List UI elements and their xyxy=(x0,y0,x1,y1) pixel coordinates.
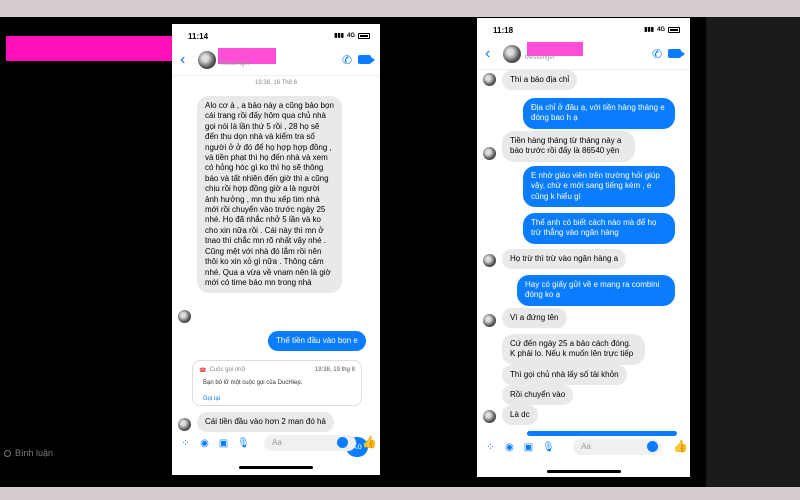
mic-icon[interactable]: 🎙 xyxy=(542,442,555,453)
phone-icon[interactable]: ✆ xyxy=(652,47,662,61)
message-bubble-incoming[interactable]: Rồi chuyển vào xyxy=(502,385,574,406)
timestamp: 19:38, 16 Th8 6 xyxy=(255,80,297,86)
camera-icon[interactable]: ◉ xyxy=(504,442,515,453)
video-call-icon[interactable] xyxy=(668,47,685,61)
emoji-icon[interactable] xyxy=(647,441,658,452)
avatar xyxy=(483,254,496,267)
mic-icon[interactable]: 🎙 xyxy=(237,438,250,449)
emoji-icon[interactable] xyxy=(337,437,348,448)
message-bubble-incoming[interactable]: Thì a bảo địa chỉ xyxy=(502,70,578,91)
status-bar: 11:18 ▮▮▮ 4G xyxy=(477,18,690,40)
phone-screenshot-2: 11:18 ▮▮▮ 4G ‹ Messenger ✆ Thì a bảo địa… xyxy=(477,18,690,477)
avatar[interactable] xyxy=(503,45,521,63)
missed-call-date: 19:38, 19 thg 8 xyxy=(314,367,355,373)
chat-header: ‹ Messenger ✆ xyxy=(172,46,380,76)
message-bubble-incoming[interactable]: Alo cơ à , a bảo này a cũng bảo bọn cái … xyxy=(197,96,342,294)
missed-call-card[interactable]: ☎ Cuộc gọi nhỡ 19:38, 19 thg 8 Bạn bỏ lỡ … xyxy=(192,360,362,406)
redacted-contact-name xyxy=(527,42,583,56)
missed-call-header: ☎ Cuộc gọi nhỡ xyxy=(199,367,245,374)
image-icon[interactable]: ▣ xyxy=(218,438,229,449)
video-call-icon[interactable] xyxy=(358,53,375,67)
avatar xyxy=(483,147,496,160)
chat-header: ‹ Messenger ✆ xyxy=(477,40,690,70)
signal-icon: ▮▮▮ xyxy=(334,33,344,39)
composer: ⁘ ◉ ▣ 🎙 Aa 👍 xyxy=(172,432,380,454)
back-icon[interactable]: ‹ xyxy=(180,52,185,68)
like-icon[interactable]: 👍 xyxy=(673,439,688,453)
missed-call-icon: ☎ xyxy=(199,368,207,374)
image-icon[interactable]: ▣ xyxy=(523,442,534,453)
phone-screenshot-1: 11:14 ▮▮▮ 4G ‹ Messenger ✆ 19:38, 16 Th8… xyxy=(172,24,380,475)
message-bubble-incoming[interactable]: Họ trừ thì trừ vào ngân hàng a xyxy=(502,249,627,270)
message-bubble-outgoing[interactable]: Hay có giấy gửi về e mang ra combini đón… xyxy=(517,275,675,306)
message-bubble-outgoing[interactable]: Thế anh có biết cách nào mà để họ trừ th… xyxy=(523,213,675,244)
signal-icon: ▮▮▮ xyxy=(644,27,654,33)
avatar xyxy=(178,310,191,323)
message-bubble-incoming[interactable]: Thì gọi chủ nhà lấy số tài khỏn xyxy=(502,365,627,386)
battery-icon xyxy=(668,26,680,33)
apps-icon[interactable]: ⁘ xyxy=(485,442,496,453)
message-bubble-incoming[interactable]: Vì a đứng tên xyxy=(502,308,567,329)
missed-call-label: Cuộc gọi nhỡ xyxy=(209,367,246,373)
status-time: 11:18 xyxy=(493,26,514,35)
phone-icon[interactable]: ✆ xyxy=(342,53,352,67)
avatar xyxy=(483,314,496,327)
status-bar: 11:14 ▮▮▮ 4G xyxy=(172,24,380,46)
apps-icon[interactable]: ⁘ xyxy=(180,438,191,449)
comment-icon xyxy=(4,449,11,457)
network-label: 4G xyxy=(346,32,355,39)
header-subtitle: Messenger xyxy=(525,55,555,61)
missed-call-text: Bạn bỏ lỡ một cuộc gọi của DucHiep. xyxy=(203,380,303,386)
call-back-link[interactable]: Gọi lại xyxy=(203,396,220,402)
message-bubble-incoming[interactable]: Là dc xyxy=(502,405,538,426)
redacted-name xyxy=(6,36,172,61)
camera-icon[interactable]: ◉ xyxy=(199,438,210,449)
message-bubble-incoming[interactable]: Tiền hàng tháng từ tháng này a báo trước… xyxy=(502,131,635,162)
message-bubble-outgoing[interactable]: Thế tiền đầu vào bọn e xyxy=(268,331,366,352)
avatar xyxy=(483,410,496,423)
avatar xyxy=(178,418,191,431)
avatar xyxy=(483,73,496,86)
comment-label: Bình luận xyxy=(15,448,54,458)
status-icons: ▮▮▮ 4G xyxy=(334,32,370,39)
home-indicator xyxy=(239,466,313,469)
header-subtitle: Messenger xyxy=(220,61,250,67)
frame-bottom xyxy=(0,487,800,500)
back-icon[interactable]: ‹ xyxy=(485,46,490,62)
home-indicator xyxy=(547,470,621,473)
composer: ⁘ ◉ ▣ 🎙 Aa 👍 xyxy=(477,436,690,458)
message-bubble-outgoing[interactable]: Địa chỉ ở đâu ạ, với tiền hàng tháng e đ… xyxy=(523,98,675,129)
network-label: 4G xyxy=(656,26,665,33)
frame-top xyxy=(0,0,800,17)
side-bar xyxy=(706,17,800,487)
status-time: 11:14 xyxy=(188,32,209,41)
avatar[interactable] xyxy=(198,51,216,69)
message-bubble-outgoing[interactable]: E nhờ giáo viên trên trường hỏi giúp vậy… xyxy=(523,166,675,208)
message-bubble-incoming[interactable]: Cứ đến ngày 25 a bảo cách đóng. K phải l… xyxy=(502,334,645,365)
status-icons: ▮▮▮ 4G xyxy=(644,26,680,33)
message-bubble-incoming[interactable]: Cái tiền đầu vào hơn 2 man đó hả xyxy=(197,412,334,433)
battery-icon xyxy=(358,32,370,39)
comment-area[interactable]: Bình luận xyxy=(4,448,53,458)
like-icon[interactable]: 👍 xyxy=(362,435,377,449)
